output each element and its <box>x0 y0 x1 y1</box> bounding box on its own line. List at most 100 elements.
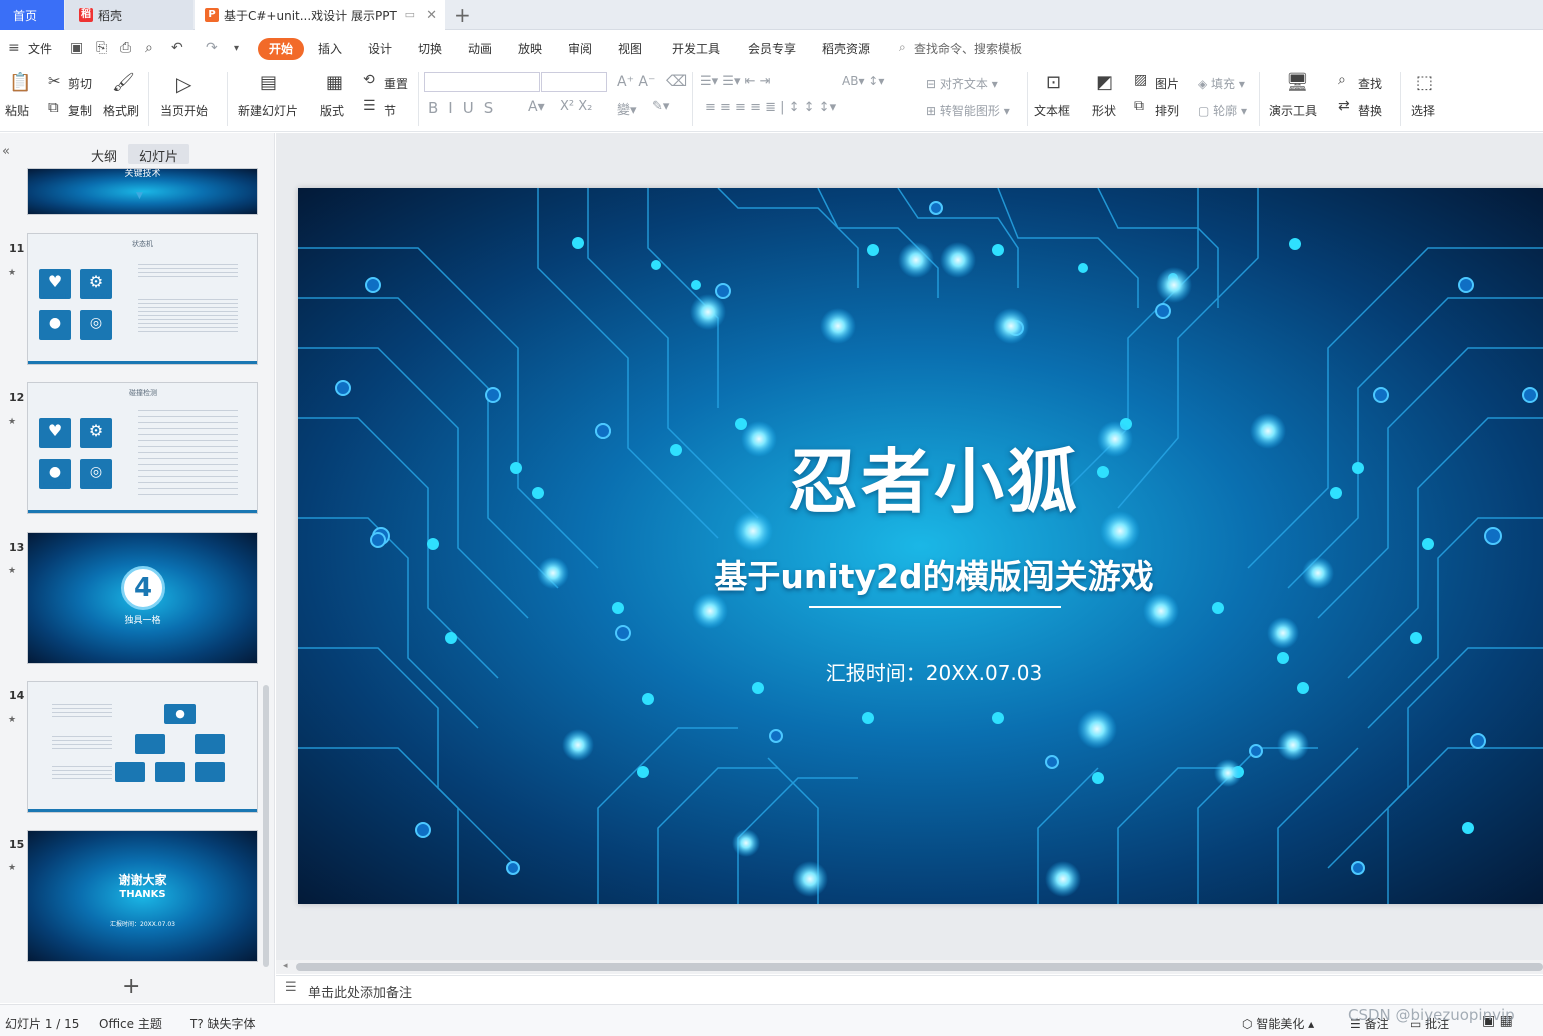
menu-file[interactable]: 文件 <box>28 40 52 57</box>
find-button[interactable]: 查找 <box>1358 75 1382 92</box>
tab-outline[interactable]: 大纲 <box>80 144 128 165</box>
thumb-title: 碰撞检测 <box>129 389 157 397</box>
menu-start[interactable]: 开始 <box>258 38 304 60</box>
undo-icon[interactable]: ↶ <box>171 40 183 56</box>
pinyin-icon[interactable]: 變▾ <box>617 99 637 118</box>
align-text-button[interactable]: ⊟ 对齐文本 ▾ <box>926 75 998 92</box>
new-slide-button[interactable]: 新建幻灯片 <box>238 102 298 119</box>
scroll-left-icon[interactable]: ◂ <box>283 961 288 971</box>
reset-button[interactable]: 重置 <box>384 75 408 92</box>
layout-icon[interactable]: ▦ <box>326 72 343 93</box>
format-painter-icon[interactable]: 🖌 <box>112 72 135 93</box>
highlight-icon[interactable]: ✎▾ <box>652 99 669 114</box>
slide-date[interactable]: 汇报时间：20XX.07.03 <box>298 657 1543 686</box>
picture-button[interactable]: 图片 <box>1155 75 1179 92</box>
textbox-icon[interactable]: ⊡ <box>1046 72 1061 93</box>
replace-icon[interactable]: ⇄ <box>1338 98 1350 114</box>
slide-subtitle[interactable]: 基于unity2d的横版闯关游戏 <box>298 550 1543 598</box>
menu-member[interactable]: 会员专享 <box>748 40 796 57</box>
layout-button[interactable]: 版式 <box>320 102 344 119</box>
select-button[interactable]: 选择 <box>1411 102 1435 119</box>
menu-slideshow[interactable]: 放映 <box>518 40 542 57</box>
shape-button[interactable]: 形状 <box>1092 102 1116 119</box>
cut-button[interactable]: 剪切 <box>68 75 92 92</box>
paste-icon[interactable]: 📋 <box>9 72 31 93</box>
theme-name[interactable]: Office 主题 <box>99 1015 162 1032</box>
replace-button[interactable]: 替换 <box>1358 102 1382 119</box>
superscript-icon[interactable]: X² X₂ <box>560 99 592 114</box>
menu-developer[interactable]: 开发工具 <box>672 40 720 57</box>
missing-font-button[interactable]: T? 缺失字体 <box>190 1015 256 1032</box>
menu-view[interactable]: 视图 <box>618 40 642 57</box>
shape-icon[interactable]: ◩ <box>1096 72 1113 93</box>
panel-scrollbar[interactable] <box>263 685 269 967</box>
play-icon[interactable]: ▷ <box>176 72 191 96</box>
export-icon[interactable]: ⎘ <box>96 40 107 56</box>
font-grow-icon[interactable]: A⁺ A⁻ <box>617 74 655 90</box>
slide-thumbnail[interactable]: 关键技术 ▼ <box>27 168 258 215</box>
menu-insert[interactable]: 插入 <box>318 40 342 57</box>
fill-button[interactable]: ◈ 填充 ▾ <box>1198 75 1245 92</box>
pin-icon[interactable]: ▭ <box>405 8 415 21</box>
slide-thumbnail[interactable]: 状态机 ♥ ⚙ ● ◎ KEYWORD KEYWORD <box>27 233 258 365</box>
slide-title[interactable]: 忍者小狐 <box>298 426 1543 527</box>
tab-docer[interactable]: 稻稻壳 <box>65 0 193 30</box>
slide-thumbnail[interactable]: 谢谢大家 THANKS 汇报时间：20XX.07.03 <box>27 830 258 962</box>
outline-button[interactable]: ▢ 轮廓 ▾ <box>1198 102 1247 119</box>
section-icon[interactable]: ☰ <box>363 98 376 114</box>
play-from-current-button[interactable]: 当页开始 <box>160 102 208 119</box>
notes-placeholder[interactable]: 单击此处添加备注 <box>308 982 412 1001</box>
section-button[interactable]: 节 <box>384 102 396 119</box>
scissors-icon[interactable]: ✂ <box>48 72 61 90</box>
close-icon[interactable]: ✕ <box>426 8 437 23</box>
textbox-button[interactable]: 文本框 <box>1034 102 1070 119</box>
select-icon[interactable]: ⬚ <box>1416 72 1433 93</box>
preview-icon[interactable]: ⌕ <box>145 40 153 56</box>
add-tab-icon[interactable]: + <box>454 3 471 27</box>
copy-icon[interactable]: ⧉ <box>48 98 59 116</box>
save-icon[interactable]: ▣ <box>70 40 83 56</box>
menu-animation[interactable]: 动画 <box>468 40 492 57</box>
notes-pane[interactable] <box>276 975 1543 1003</box>
hamburger-icon[interactable]: ≡ <box>8 40 20 56</box>
slide-main[interactable]: 忍者小狐 基于unity2d的横版闯关游戏 汇报时间：20XX.07.03 <box>298 188 1543 904</box>
smartart-button[interactable]: ⊞ 转智能图形 ▾ <box>926 102 1010 119</box>
copy-button[interactable]: 复制 <box>68 102 92 119</box>
font-color-icon[interactable]: A▾ <box>528 99 545 115</box>
customize-icon[interactable]: ▾ <box>234 43 239 54</box>
slide-thumbnail[interactable]: 碰撞检测 ♥ ⚙ ● ◎ KEYWORD KEYWORD <box>27 382 258 514</box>
arrange-icon[interactable]: ⧉ <box>1134 98 1144 114</box>
present-tools-icon[interactable]: 🖥 <box>1286 72 1309 93</box>
present-tools-button[interactable]: 演示工具 <box>1269 102 1317 119</box>
tab-document[interactable]: P 基于C#+unit...戏设计 展示PPT ▭ ✕ <box>195 0 445 30</box>
collapse-icon[interactable]: « <box>2 144 10 159</box>
new-slide-icon[interactable]: ▤ <box>260 72 277 93</box>
tab-slides[interactable]: 幻灯片 <box>128 144 190 165</box>
menu-review[interactable]: 审阅 <box>568 40 592 57</box>
eraser-icon[interactable]: ⌫ <box>666 72 687 90</box>
arrange-button[interactable]: 排列 <box>1155 102 1179 119</box>
font-size-select[interactable] <box>541 72 607 92</box>
slide-thumbnail[interactable]: 4 独具一格 <box>27 532 258 664</box>
menu-design[interactable]: 设计 <box>368 40 392 57</box>
text-style-icons[interactable]: BIUS <box>428 99 503 117</box>
paste-button[interactable]: 粘贴 <box>5 102 29 119</box>
print-icon[interactable]: ⎙ <box>120 40 131 56</box>
find-icon[interactable]: ⌕ <box>1338 72 1346 88</box>
menu-transition[interactable]: 切换 <box>418 40 442 57</box>
reset-icon[interactable]: ⟲ <box>363 72 375 88</box>
picture-icon[interactable]: ▨ <box>1134 72 1147 88</box>
tab-home[interactable]: 首页 <box>0 0 64 30</box>
font-family-select[interactable] <box>424 72 540 92</box>
slide-thumbnail[interactable]: ● <box>27 681 258 813</box>
format-painter-button[interactable]: 格式刷 <box>103 102 139 119</box>
menu-docer-resources[interactable]: 稻壳资源 <box>822 40 870 57</box>
scrollbar-thumb[interactable] <box>296 963 1543 971</box>
direction-icons[interactable]: AB▾ ↕▾ <box>842 74 884 88</box>
command-search[interactable]: 查找命令、搜索模板 <box>914 40 1022 57</box>
beautify-button[interactable]: ⬡ 智能美化 ▴ <box>1242 1015 1314 1032</box>
paragraph-align-icons[interactable]: ≡ ≡ ≡ ≡ ≣ | ↕ ↕ ↕▾ <box>705 100 836 115</box>
list-icons[interactable]: ☰▾ ☰▾ ⇤ ⇥ <box>700 74 771 89</box>
add-slide-button[interactable]: + <box>122 974 140 999</box>
redo-icon[interactable]: ↷ <box>206 40 218 56</box>
